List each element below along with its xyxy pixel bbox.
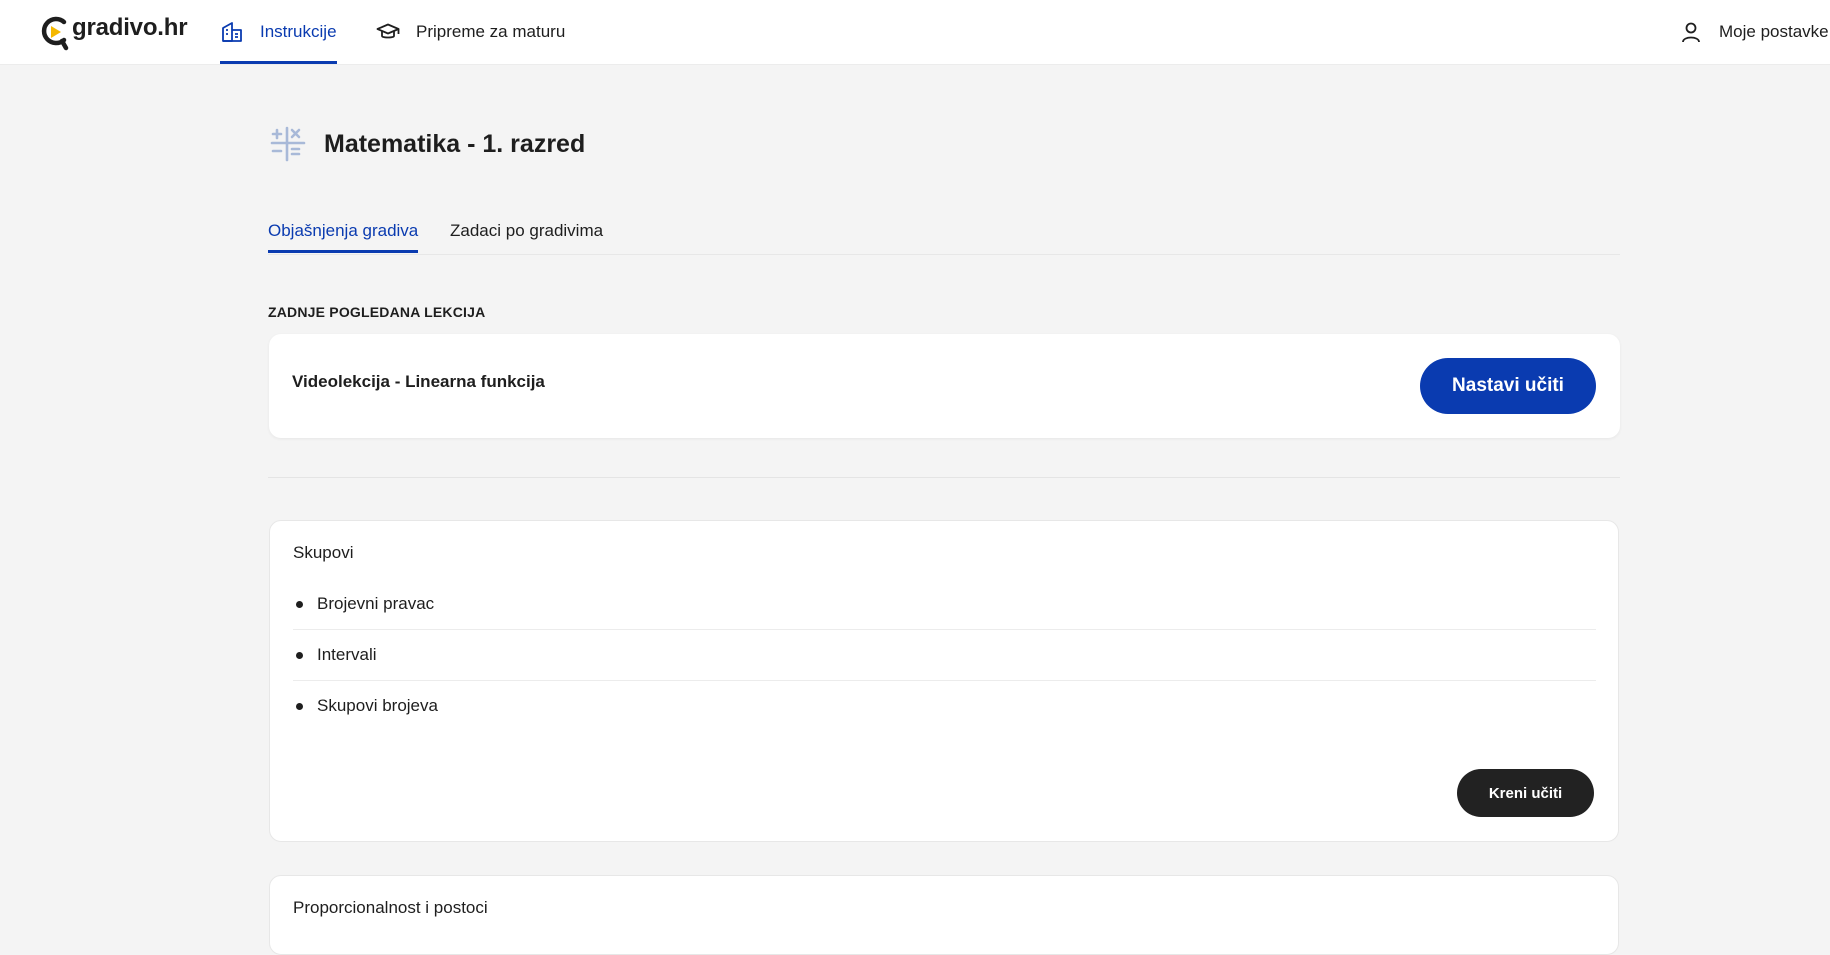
top-navigation: gradivo.hr Instrukcije Pripreme za matur… — [0, 0, 1830, 65]
tab-zadaci-po-gradivima[interactable]: Zadaci po gradivima — [450, 212, 603, 253]
math-operators-icon — [270, 126, 306, 162]
nav-item-pripreme-za-maturu[interactable]: Pripreme za maturu — [376, 0, 565, 64]
lesson-label: Skupovi brojeva — [317, 696, 438, 715]
subject-header: Matematika - 1. razred — [270, 124, 585, 164]
lesson-label: Intervali — [317, 645, 377, 664]
lesson-label: Brojevni pravac — [317, 594, 435, 613]
bullet-icon — [296, 600, 303, 608]
topic-card-skupovi: Skupovi Brojevni pravac Intervali Skupov… — [269, 520, 1619, 842]
last-viewed-lesson-title: Videolekcija - Linearna funkcija — [292, 372, 545, 391]
bullet-icon — [296, 702, 303, 710]
graduation-cap-icon — [376, 23, 400, 39]
lesson-item[interactable]: Intervali — [293, 630, 1596, 681]
logo-icon — [41, 16, 69, 51]
tab-objasnjenja-gradiva[interactable]: Objašnjenja gradiva — [268, 212, 419, 253]
topic-title: Proporcionalnost i postoci — [293, 898, 488, 917]
nav-item-moje-postavke[interactable]: Moje postavke — [1679, 0, 1829, 64]
page-title: Matematika - 1. razred — [324, 129, 586, 158]
bullet-icon — [296, 651, 303, 659]
last-viewed-heading: ZADNJE POGLEDANA LEKCIJA — [268, 304, 486, 320]
logo[interactable]: gradivo.hr — [38, 13, 188, 51]
nav-item-label: Pripreme za maturu — [416, 22, 566, 41]
topic-card-proporcionalnost: Proporcionalnost i postoci — [269, 875, 1619, 955]
user-icon — [1682, 22, 1700, 43]
content-tabs: Objašnjenja gradiva Zadaci po gradivima — [268, 212, 1620, 255]
building-icon — [222, 22, 242, 42]
continue-learning-button[interactable]: Nastavi učiti — [1420, 358, 1596, 414]
nav-item-label: Instrukcije — [260, 22, 337, 41]
nav-item-instrukcije[interactable]: Instrukcije — [220, 0, 337, 64]
section-divider — [268, 477, 1620, 478]
topic-title: Skupovi — [293, 543, 354, 562]
lesson-list: Brojevni pravac Intervali Skupovi brojev… — [293, 579, 1596, 731]
start-learning-button[interactable]: Kreni učiti — [1457, 769, 1594, 817]
lesson-item[interactable]: Brojevni pravac — [293, 579, 1596, 630]
logo-text: gradivo.hr — [72, 14, 188, 41]
nav-item-label: Moje postavke — [1719, 22, 1829, 41]
last-viewed-card: Videolekcija - Linearna funkcija Nastavi… — [269, 334, 1620, 438]
lesson-item[interactable]: Skupovi brojeva — [293, 681, 1596, 731]
